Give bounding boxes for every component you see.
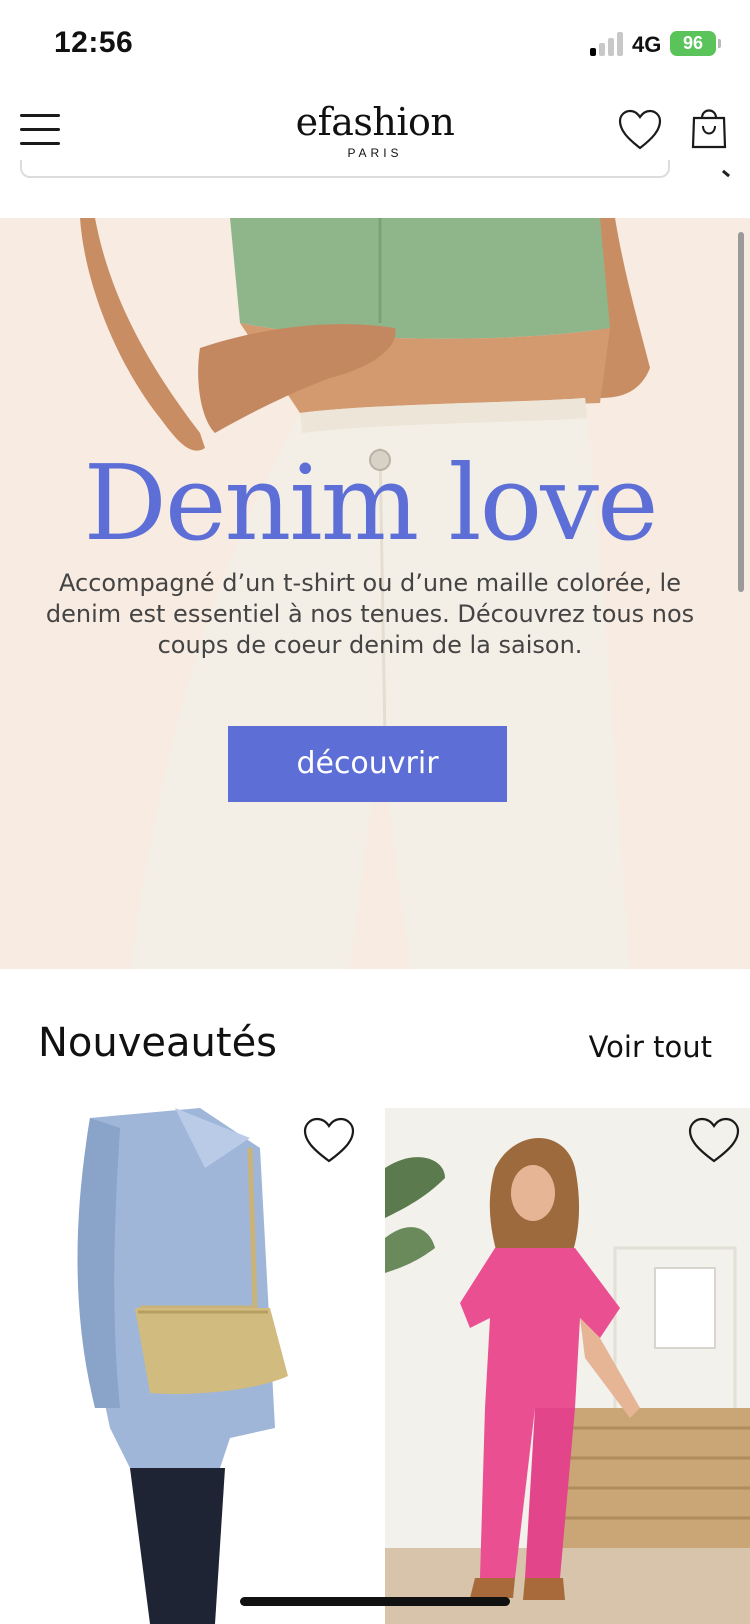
product-image bbox=[385, 1108, 750, 1624]
discover-button[interactable]: découvrir bbox=[228, 726, 507, 802]
product-card[interactable] bbox=[385, 1108, 750, 1624]
section-title: Nouveautés bbox=[38, 1020, 278, 1066]
product-image bbox=[0, 1108, 380, 1624]
see-all-link[interactable]: Voir tout bbox=[560, 1030, 712, 1064]
favorite-heart-icon[interactable] bbox=[302, 1116, 356, 1166]
home-indicator[interactable] bbox=[240, 1597, 510, 1606]
status-time: 12:56 bbox=[54, 26, 134, 59]
hero-title: Denim love bbox=[83, 442, 658, 564]
network-type: 4G bbox=[632, 32, 662, 57]
search-icon[interactable] bbox=[721, 169, 731, 178]
app-header: efashion PARIS bbox=[0, 88, 750, 218]
favorite-heart-icon[interactable] bbox=[687, 1116, 741, 1166]
scrollbar[interactable] bbox=[738, 232, 744, 592]
battery-icon: 96 bbox=[670, 31, 716, 56]
hero-banner[interactable]: Denim love Accompagné d’un t-shirt ou d’… bbox=[0, 218, 750, 969]
wishlist-heart-icon[interactable] bbox=[617, 108, 663, 152]
shopping-bag-icon[interactable] bbox=[690, 106, 728, 150]
product-card[interactable] bbox=[0, 1108, 380, 1624]
status-bar: 12:56 4G 96 bbox=[0, 0, 750, 88]
hero-description: Accompagné d’un t-shirt ou d’une maille … bbox=[45, 569, 695, 659]
signal-strength-icon bbox=[590, 32, 626, 56]
battery-tip bbox=[718, 39, 721, 48]
search-bar-edge[interactable] bbox=[20, 160, 670, 178]
